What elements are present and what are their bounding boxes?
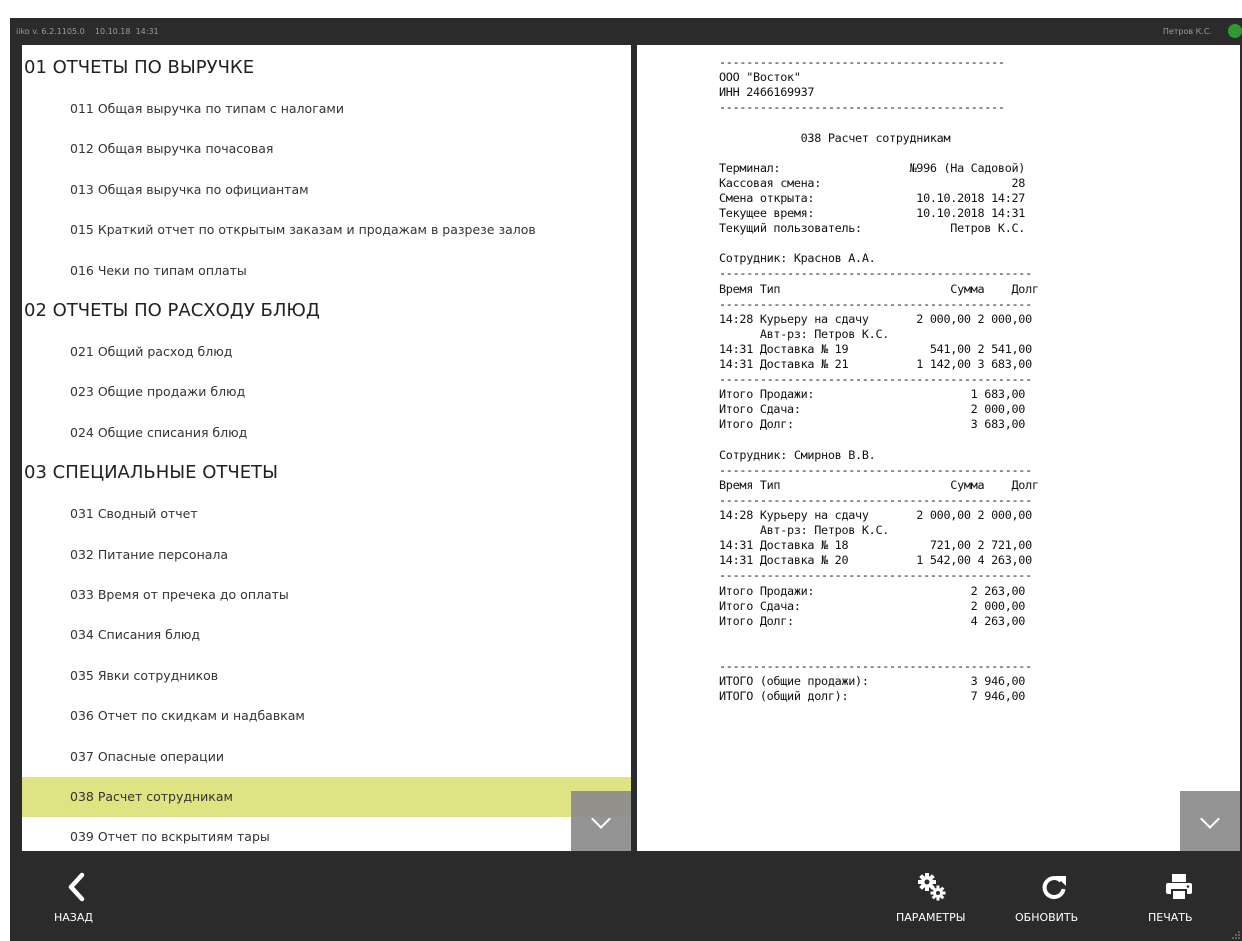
bottom-toolbar: НАЗАД ПАРАМЕТРЫ ОБНОВИТЬ ПЕЧАТЬ [10,854,1242,941]
receipt-line: ----------------------------------------… [719,266,1032,281]
report-item[interactable]: 012 Общая выручка почасовая [22,129,631,169]
reports-list-panel: 01 ОТЧЕТЫ ПО ВЫРУЧКЕ 011 Общая выручка по… [22,45,631,851]
report-item[interactable]: 031 Сводный отчет [22,494,631,534]
reports-scroll-down-button[interactable] [571,791,631,851]
back-button[interactable]: НАЗАД [46,854,126,941]
report-item[interactable]: 039 Отчет по вскрытиям тары [22,817,631,851]
chevron-down-icon [591,809,611,829]
receipt-line: Сотрудник: Смирнов В.В. [719,447,876,462]
report-item[interactable]: 021 Общий расход блюд [22,332,631,372]
status-dot-icon [1228,24,1242,38]
section-header: 01 ОТЧЕТЫ ПО ВЫРУЧКЕ [24,57,255,78]
receipt-line: Сотрудник: Краснов А.А. [719,251,876,266]
receipt-line: ----------------------------------------… [719,659,1032,673]
receipt-line: Время Тип Сумма Долг [719,281,1039,296]
receipt-line: ----------------------------------------… [719,296,1032,311]
report-item[interactable]: 036 Отчет по скидкам и надбавкам [22,696,631,736]
report-item[interactable]: 032 Питание персонала [22,535,631,575]
receipt-line: Итого Продажи: 2 263,00 [719,583,1026,598]
receipt-line: Авт-рз: Петров К.С. [719,326,890,341]
report-item[interactable]: 015 Краткий отчет по открытым заказам и … [22,210,631,250]
receipt-line: ----------------------------------------… [719,462,1032,477]
receipt-line: Кассовая смена: 28 [719,175,1026,190]
receipt-line: 14:31 Доставка № 19 541,00 2 541,00 [719,341,1032,356]
refresh-icon [1042,876,1066,900]
parameters-button-label: ПАРАМЕТРЫ [896,911,966,924]
resize-grip-icon[interactable] [1232,931,1240,939]
receipt-line: Итого Продажи: 1 683,00 [719,387,1026,402]
receipt-line: Итого Сдача: 2 000,00 [719,402,1026,417]
report-preview-panel: ----------------------------------------… [637,45,1240,851]
app-version-text: iiko v. 6.2.1105.0 10.10.18 14:31 [16,27,159,36]
current-user-label: Петров К.С. [1162,27,1212,36]
receipt-line: ИТОГО (общий долг): 7 946,00 [719,689,1026,704]
report-item-selected[interactable]: 038 Расчет сотрудникам [22,777,631,817]
receipt-line: 038 Расчет сотрудникам [719,130,951,145]
section-header: 03 СПЕЦИАЛЬНЫЕ ОТЧЕТЫ [24,462,279,484]
report-item[interactable]: 011 Общая выручка по типам с налогами [22,89,631,129]
receipt-line: 14:28 Курьеру на сдачу 2 000,00 2 000,00 [719,311,1032,326]
refresh-button[interactable]: ОБНОВИТЬ [1010,854,1100,941]
receipt-line: ИНН 2466169937 [719,85,815,100]
receipt-line: ----------------------------------------… [719,568,1032,583]
report-item[interactable]: 035 Явки сотрудников [22,656,631,696]
printer-icon [1166,874,1192,901]
receipt-line: Терминал: №996 (На Садовой) [719,160,1026,175]
receipt-line: 14:31 Доставка № 20 1 542,00 4 263,00 [719,553,1032,568]
receipt-line: ----------------------------------------… [719,492,1032,507]
gears-icon [918,873,946,901]
chevron-left-icon [68,872,85,902]
report-item[interactable]: 016 Чеки по типам оплаты [22,251,631,291]
preview-scroll-down-button[interactable] [1180,791,1240,851]
receipt-line: 14:31 Доставка № 18 721,00 2 721,00 [719,538,1032,553]
chevron-down-icon [1200,809,1220,829]
receipt-line: ИТОГО (общие продажи): 3 946,00 [719,674,1026,689]
title-bar: iiko v. 6.2.1105.0 10.10.18 14:31 Петров… [10,18,1242,45]
receipt-line: Текущий пользователь: Петров К.С. [719,221,1026,236]
receipt-line: ООО "Восток" [719,70,801,85]
report-item[interactable]: 034 Списания блюд [22,615,631,655]
section-header: 02 ОТЧЕТЫ ПО РАСХОДУ БЛЮД [24,300,320,321]
parameters-button[interactable]: ПАРАМЕТРЫ [882,854,982,941]
receipt-line: ----------------------------------------… [719,55,1005,69]
report-item[interactable]: 037 Опасные операции [22,737,631,777]
receipt-line: Итого Долг: 4 263,00 [719,613,1026,628]
receipt-line: Время Тип Сумма Долг [719,477,1039,492]
receipt-line: 14:28 Курьеру на сдачу 2 000,00 2 000,00 [719,508,1032,522]
refresh-button-label: ОБНОВИТЬ [1015,911,1079,924]
back-button-label: НАЗАД [54,911,93,924]
app-window: iiko v. 6.2.1105.0 10.10.18 14:31 Петров… [10,18,1242,941]
report-item[interactable]: 024 Общие списания блюд [22,413,631,453]
report-item[interactable]: 013 Общая выручка по официантам [22,170,631,210]
receipt-line: Смена открыта: 10.10.2018 14:27 [719,190,1026,205]
report-item[interactable]: 023 Общие продажи блюд [22,372,631,412]
report-item[interactable]: 033 Время от пречека до оплаты [22,575,631,615]
receipt-line: Итого Сдача: 2 000,00 [719,598,1026,613]
receipt-line: ----------------------------------------… [719,100,1005,115]
receipt-line: ----------------------------------------… [719,372,1032,387]
receipt-line: 14:31 Доставка № 21 1 142,00 3 683,00 [719,357,1032,371]
receipt-line: Итого Долг: 3 683,00 [719,417,1026,432]
print-button[interactable]: ПЕЧАТЬ [1136,854,1216,941]
print-button-label: ПЕЧАТЬ [1148,911,1193,924]
receipt-line: Текущее время: 10.10.2018 14:31 [719,206,1026,220]
receipt-line: Авт-рз: Петров К.С. [719,523,890,538]
